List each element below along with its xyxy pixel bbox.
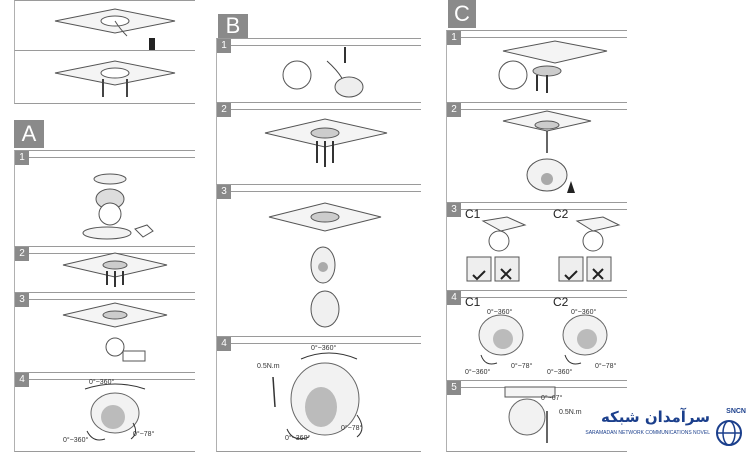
- section-c-step-3: 3 C1 C2: [446, 202, 627, 292]
- section-a-step-2: 2: [14, 246, 195, 294]
- logo-persian-text: سرآمدان شبکه: [600, 408, 710, 426]
- section-c-step-2: 2: [446, 102, 627, 204]
- ceiling-plate-screws-illustration: [54, 60, 176, 97]
- ceiling-plate-illustration: [54, 8, 176, 37]
- c1-pan-range-label: 0°~360°: [487, 309, 513, 316]
- c2-rotate-range-label: 0°~360°: [547, 369, 573, 376]
- section-b-step-4: 4 0.5N.m 0°~360° 0°~360° 0°~78°: [216, 336, 421, 452]
- logo-english-text: SARAMADAN NETWORK COMMUNICATIONS NOVEL: [585, 430, 710, 436]
- c2-pan-range-label: 0°~360°: [571, 309, 597, 316]
- section-c-step-4: 4 C1 C2 0°~360° 0°~360° 0°~78° 0°~360° 0…: [446, 290, 627, 382]
- logo-acronym: SNCN: [726, 408, 746, 415]
- c1-rotate-range-label: 0°~360°: [465, 369, 491, 376]
- section-a-step-4: 4 0°~360° 0°~360° 0°~78°: [14, 372, 195, 452]
- camera-attach-illustration: [62, 302, 168, 362]
- ceiling-adapter-illustration: [498, 40, 608, 93]
- camera-install-illustration: [268, 202, 382, 328]
- option-c1-label: C1: [465, 207, 481, 221]
- pan-range-label: 0°~360°: [311, 345, 337, 352]
- section-a-step-3: 3: [14, 292, 195, 374]
- cable-connection-illustration: [282, 47, 364, 98]
- section-c-column: C 1 2 3 C1 C2 4 C1 C2 0°~360° 0°~360° 0°…: [446, 0, 628, 452]
- torque-label: 0.5N.m: [559, 409, 582, 416]
- option-c2-label: C2: [553, 207, 569, 221]
- torque-label: 0.5N.m: [257, 363, 280, 370]
- c2-tilt-range-label: 0°~78°: [595, 363, 617, 370]
- section-a-intro-panel-top: [14, 0, 195, 52]
- section-c-step-1: 1: [446, 30, 627, 104]
- section-b-step-3: 3: [216, 184, 421, 338]
- camera-adjust-illustration: [272, 352, 363, 440]
- c1-tilt-range-label: 0°~78°: [511, 363, 533, 370]
- angle-range-label: 0°~67°: [541, 395, 563, 402]
- section-c-letter: C: [448, 0, 476, 28]
- section-a-letter: A: [14, 120, 44, 148]
- option-c2-label: C2: [553, 295, 569, 309]
- base-mounting-illustration: [62, 252, 168, 287]
- tilt-range-label: 0°~78°: [133, 431, 155, 438]
- section-b-column: B 1 2 3 4 0.5N.m 0°~360° 0°~360° 0°~78°: [216, 0, 422, 452]
- tilt-range-label: 0°~78°: [341, 425, 363, 432]
- watermark-logo: سرآمدان شبکه SARAMADAN NETWORK COMMUNICA…: [580, 404, 750, 450]
- section-b-step-2: 2: [216, 102, 421, 186]
- option-c1-label: C1: [465, 295, 481, 309]
- section-a-column: A 1 2 3 4 0°~360° 0°~360° 0°~78°: [14, 0, 196, 452]
- globe-icon: [716, 420, 742, 446]
- camera-push-up-illustration: [502, 110, 592, 193]
- section-b-letter: B: [218, 14, 248, 38]
- ceiling-base-mounting-illustration: [264, 118, 388, 167]
- rotate-range-label: 0°~360°: [63, 437, 89, 444]
- section-a-intro-panel-bottom: [14, 50, 195, 104]
- camera-disassembly-illustration: [82, 173, 154, 240]
- section-a-step-1: 1: [14, 150, 195, 248]
- rotate-range-label: 0°~360°: [285, 435, 311, 442]
- section-b-step-1: 1: [216, 38, 421, 104]
- pan-range-label: 0°~360°: [89, 379, 115, 386]
